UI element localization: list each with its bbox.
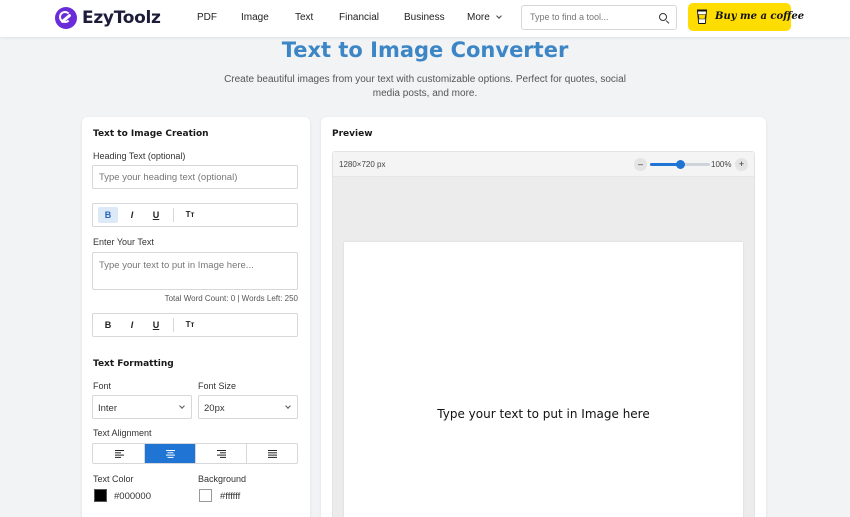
italic-button[interactable]: I	[122, 207, 142, 223]
logo-icon	[55, 7, 77, 29]
page-subtitle: Create beautiful images from your text w…	[224, 74, 626, 99]
nav-more-label: More	[467, 12, 490, 23]
align-justify-icon	[268, 450, 277, 458]
alignment-label: Text Alignment	[93, 428, 152, 438]
underline-button[interactable]: U	[146, 207, 166, 223]
coffee-cup-icon	[697, 9, 707, 24]
zoom-value: 100%	[711, 160, 732, 169]
align-center-button[interactable]	[145, 444, 196, 463]
heading-label: Heading Text (optional)	[93, 151, 186, 161]
toolbar-divider	[173, 208, 174, 222]
chevron-down-icon	[495, 13, 502, 19]
text-color-swatch[interactable]	[94, 489, 107, 502]
preview-toolbar: 1280×720 px – 100% +	[333, 152, 754, 177]
word-count: Total Word Count: 0 | Words Left: 250	[164, 294, 298, 303]
formatting-title: Text Formatting	[93, 359, 174, 369]
underline-button[interactable]: U	[146, 317, 166, 333]
align-center-icon	[166, 450, 175, 458]
heading-input[interactable]	[92, 165, 298, 189]
align-right-icon	[217, 450, 226, 458]
page-title: Text to Image Converter	[281, 38, 569, 62]
image-canvas: Type your text to put in Image here	[344, 242, 743, 517]
search-input[interactable]	[530, 12, 655, 22]
tool-search	[521, 5, 677, 30]
nav-pdf[interactable]: PDF	[197, 12, 217, 23]
text-format-toolbar: B I U Tт	[92, 313, 298, 337]
creation-panel: Text to Image Creation Heading Text (opt…	[82, 117, 310, 517]
preview-area: 1280×720 px – 100% + Type your text to p…	[332, 151, 755, 517]
search-icon[interactable]	[659, 13, 667, 21]
text-color-value: #000000	[114, 491, 151, 502]
font-size-value: 20px	[204, 403, 225, 414]
bold-button[interactable]: B	[98, 207, 118, 223]
logo-text: EzyToolz	[82, 8, 161, 28]
font-size-button[interactable]: Tт	[180, 317, 200, 333]
bold-button[interactable]: B	[98, 317, 118, 333]
align-left-icon	[115, 450, 124, 458]
nav-image[interactable]: Image	[241, 12, 269, 23]
font-size-select[interactable]: 20px	[198, 395, 298, 419]
nav-business[interactable]: Business	[404, 12, 445, 23]
site-header: EzyToolz PDF Image Text Financial Busine…	[0, 0, 850, 37]
align-justify-button[interactable]	[247, 444, 297, 463]
site-logo[interactable]: EzyToolz	[55, 6, 161, 30]
chevron-down-icon	[285, 403, 291, 409]
alignment-group	[92, 443, 298, 464]
canvas-dimensions: 1280×720 px	[339, 160, 386, 169]
toolbar-divider	[173, 318, 174, 332]
creation-title: Text to Image Creation	[93, 129, 209, 139]
font-select[interactable]: Inter	[92, 395, 192, 419]
text-input[interactable]	[92, 252, 298, 290]
zoom-out-button[interactable]: –	[634, 158, 647, 171]
nav-text[interactable]: Text	[295, 12, 313, 23]
font-size-button[interactable]: Tт	[180, 207, 200, 223]
buy-me-a-coffee-button[interactable]: Buy me a coffee	[688, 3, 804, 31]
coffee-label: Buy me a coffee	[715, 11, 805, 22]
background-color-swatch[interactable]	[199, 489, 212, 502]
zoom-slider[interactable]	[650, 160, 710, 169]
nav-more[interactable]: More	[467, 12, 502, 23]
text-color-label: Text Color	[93, 474, 134, 484]
font-size-label: Font Size	[198, 381, 237, 391]
align-right-button[interactable]	[196, 444, 247, 463]
background-label: Background	[198, 474, 247, 484]
preview-title: Preview	[332, 129, 373, 139]
text-label: Enter Your Text	[93, 237, 154, 247]
font-value: Inter	[98, 403, 118, 414]
zoom-slider-thumb[interactable]	[675, 160, 685, 169]
italic-button[interactable]: I	[122, 317, 142, 333]
chevron-down-icon	[179, 403, 185, 409]
zoom-in-button[interactable]: +	[735, 158, 748, 171]
background-color-value: #ffffff	[220, 491, 241, 502]
nav-financial[interactable]: Financial	[339, 12, 379, 23]
heading-format-toolbar: B I U Tт	[92, 203, 298, 227]
canvas-text: Type your text to put in Image here	[437, 407, 650, 421]
font-label: Font	[93, 381, 112, 391]
align-left-button[interactable]	[93, 444, 145, 463]
